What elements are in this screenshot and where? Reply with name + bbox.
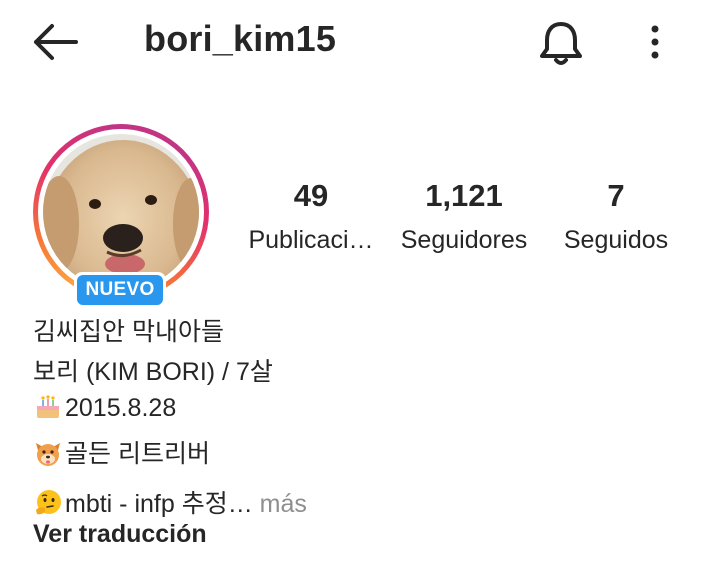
top-bar: bori_kim15 — [0, 0, 720, 86]
bio-line: 김씨집안 막내아들 — [33, 318, 224, 346]
posts-label: Publicaci… — [248, 226, 374, 254]
profile-username: bori_kim15 — [144, 18, 337, 59]
dog-photo-image — [43, 134, 199, 290]
followers-label: Seguidores — [400, 226, 528, 254]
thinking-face-icon — [36, 490, 61, 515]
following-label: Seguidos — [563, 226, 669, 254]
stat-followers[interactable]: 1,121 Seguidores — [394, 178, 534, 255]
following-count: 7 — [607, 178, 625, 213]
stat-posts[interactable]: 49 Publicaci… — [248, 178, 373, 255]
posts-count: 49 — [293, 178, 329, 213]
breed-text: 골든 리트리버 — [65, 440, 210, 468]
arrow-left-icon — [34, 24, 78, 60]
bio-line: 골든 리트리버 — [33, 434, 210, 470]
followers-count: 1,121 — [425, 178, 503, 213]
bell-icon — [540, 22, 582, 65]
more-link[interactable]: más — [260, 490, 307, 518]
new-badge: NUEVO — [74, 272, 166, 308]
notifications-button[interactable] — [536, 16, 586, 68]
more-vertical-icon — [651, 25, 659, 59]
bio-line: mbti - infp 추정… más — [33, 484, 307, 520]
new-badge-label: NUEVO — [77, 275, 163, 305]
mbti-text: mbti - infp 추정… — [65, 490, 253, 518]
back-button[interactable] — [30, 20, 84, 64]
bio-line: 보리 (KIM BORI) / 7살 — [33, 358, 273, 386]
birthday-text: 2015.8.28 — [65, 394, 177, 422]
translate-link[interactable]: Ver traducción — [33, 520, 207, 549]
stat-following[interactable]: 7 Seguidos — [556, 178, 676, 255]
birthday-cake-icon — [37, 395, 59, 418]
bio-line: 2015.8.28 — [33, 392, 176, 423]
more-options-button[interactable] — [640, 20, 670, 64]
avatar-photo — [43, 134, 199, 290]
dog-face-icon — [36, 443, 60, 466]
